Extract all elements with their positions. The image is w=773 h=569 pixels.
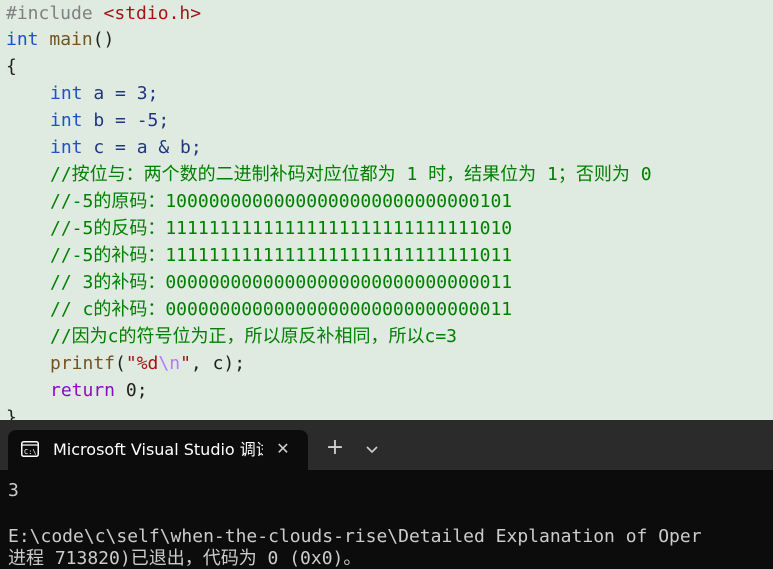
printf-open-paren: ( [115,353,126,374]
code-comment: //-5的补码：11111111111111111111111111111011 [50,245,513,266]
svg-text:C:\: C:\ [24,448,37,456]
include-header: <stdio.h> [103,3,202,24]
decl-b-rest: b = -5; [82,110,170,131]
code-comment: // 3的补码：00000000000000000000000000000011 [50,272,513,293]
terminal-tab[interactable]: C:\ Microsoft Visual Studio 调试 ✕ [8,430,308,470]
terminal-path-line: E:\code\c\self\when-the-clouds-rise\Deta… [8,526,702,547]
code-line-main-signature: int main() [6,26,114,53]
console-icon: C:\ [21,441,39,457]
decl-c-rest: c = a & b; [82,137,202,158]
terminal-tab-title: Microsoft Visual Studio 调试 [53,440,263,459]
code-line-printf: printf("%d\n", c); [6,350,245,377]
code-editor[interactable]: #include <stdio.h> int main() { int a = … [0,0,773,420]
chevron-down-icon[interactable] [362,440,382,460]
terminal-exit-line: 进程 713820)已退出，代码为 0 (0x0)。 [8,548,362,569]
code-line-open-brace: { [6,56,17,77]
decl-a-rest: a = 3; [82,83,159,104]
terminal-tab-bar: C:\ Microsoft Visual Studio 调试 ✕ + [0,420,773,470]
code-comment: //-5的反码：11111111111111111111111111111010 [50,218,513,239]
code-comment: //因为c的符号位为正，所以原反补相同，所以c=3 [50,326,458,347]
return-keyword: return [50,380,116,401]
terminal-output: 3 [8,480,19,501]
printf-escape: \n [158,353,181,374]
decl-a-type: int [50,83,83,104]
new-tab-button[interactable]: + [322,436,348,462]
code-line-close-brace: } [6,407,17,420]
code-comment: //-5的原码：10000000000000000000000000000101 [50,191,513,212]
main-return-type: int [6,29,39,50]
code-line-return: return 0; [6,377,148,404]
return-rest: 0; [115,380,148,401]
code-line-decl-b: int b = -5; [6,107,169,134]
main-parens: () [92,29,115,50]
code-line-include: #include <stdio.h> [6,0,201,27]
code-comment: // c的补码：00000000000000000000000000000011 [50,299,513,320]
printf-string-close: " [180,353,191,374]
decl-b-type: int [50,110,83,131]
code-line-decl-c: int c = a & b; [6,134,202,161]
decl-c-type: int [50,137,83,158]
main-function-name: main [49,29,93,50]
printf-function: printf [50,353,116,374]
include-directive: #include [6,3,93,24]
close-icon[interactable]: ✕ [273,439,293,459]
code-comment: //按位与：两个数的二进制补码对应位都为 1 时，结果位为 1；否则为 0 [50,164,652,185]
printf-args: , c); [190,353,246,374]
printf-format-string: "%d [125,353,159,374]
terminal-window[interactable]: C:\ Microsoft Visual Studio 调试 ✕ + 3 E:\… [0,420,773,569]
code-line-decl-a: int a = 3; [6,80,158,107]
